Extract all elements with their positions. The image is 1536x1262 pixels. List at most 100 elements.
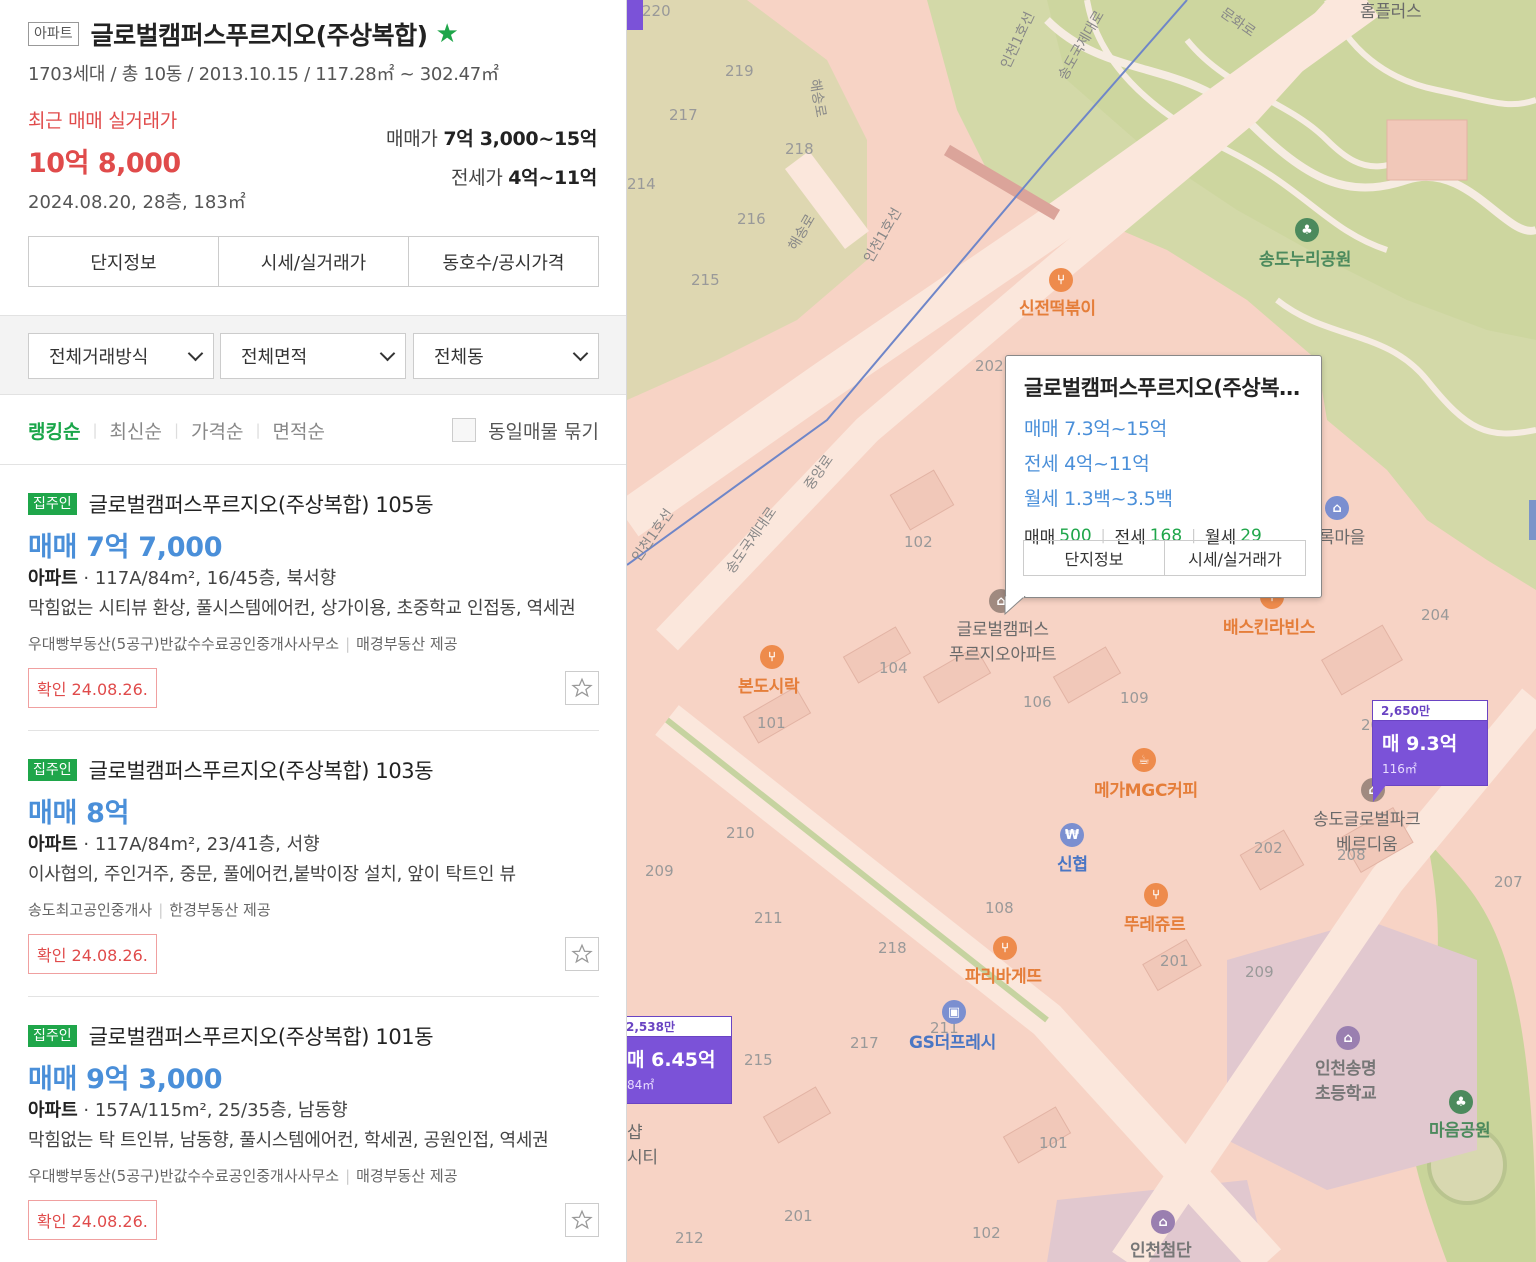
complex-info-popup[interactable]: 글로벌캠퍼스푸르지오(주상복합) 매매 7.3억~15억 전세 4억~11억 월… [1005, 355, 1322, 598]
cafe-icon[interactable]: ☕ [1132, 748, 1156, 772]
favorite-listing-button[interactable] [565, 1203, 599, 1237]
sort-latest[interactable]: 최신순 [110, 417, 162, 444]
shopping-cart-icon[interactable]: ▣ [942, 1000, 966, 1024]
poi-maeum-park[interactable]: 마음공원 [1429, 1116, 1491, 1141]
block-label: 220 [642, 2, 671, 20]
chevron-down-icon [572, 345, 589, 361]
building-filter-label: 전체동 [434, 347, 484, 368]
agency-divider: | [158, 901, 164, 919]
restaurant-icon[interactable]: ⑂ [760, 645, 784, 669]
block-label: 218 [785, 140, 814, 158]
detail-tabs: 단지정보 시세/실거래가 동호수/공시가격 [28, 236, 599, 287]
poi-incheon-cheomdan[interactable]: 인천첨단 [1130, 1236, 1192, 1261]
listing-spec: 아파트 · 117A/84m², 16/45층, 북서향 [28, 568, 337, 589]
tab-market-price[interactable]: 시세/실거래가 [219, 237, 409, 286]
group-checkbox[interactable] [452, 418, 477, 442]
confirm-date-badge: 확인 24.08.26. [28, 1200, 157, 1240]
building-filter[interactable]: 전체동 [413, 333, 599, 379]
school-icon[interactable]: ⌂ [1151, 1210, 1175, 1234]
poi-bondo[interactable]: 본도시락 [738, 672, 800, 697]
complex-header: 아파트 글로벌캠퍼스푸르지오(주상복합) ★ 1703세대 / 총 10동 / … [0, 0, 626, 315]
block-label: 210 [726, 824, 755, 842]
block-label: 102 [972, 1224, 1001, 1242]
store-icon[interactable]: ⌂ [1325, 496, 1349, 520]
block-label: 217 [850, 1034, 879, 1052]
sort-divider: | [173, 421, 180, 439]
data-provider: 매경부동산 제공 [356, 1167, 458, 1185]
group-same-listings[interactable]: 동일매물 묶기 [452, 417, 599, 444]
bakery-icon[interactable]: ⑂ [1144, 883, 1168, 907]
sort-price[interactable]: 가격순 [191, 417, 243, 444]
poi-songdo-nuri-park[interactable]: 송도누리공원 [1259, 245, 1351, 270]
complex-title-row: 아파트 글로벌캠퍼스푸르지오(주상복합) ★ [28, 18, 598, 50]
filter-bar: 전체거래방식 전체면적 전체동 [0, 315, 626, 395]
poi-school[interactable]: 인천송명 초등학교 [1315, 1054, 1377, 1104]
tab-complex-info[interactable]: 단지정보 [29, 237, 219, 286]
price-marker[interactable]: 2,538만 매 6.45억 84㎡ [627, 1016, 732, 1104]
agency-divider: | [345, 635, 351, 653]
poi-bellezza[interactable]: 송도글로벌파크 베르디움 [1313, 805, 1421, 855]
block-label: 216 [737, 210, 766, 228]
trade-type-filter[interactable]: 전체거래방식 [28, 333, 214, 379]
poi-complex-name[interactable]: 글로벌캠퍼스 푸르지오아파트 [949, 615, 1057, 665]
block-label: 207 [1494, 873, 1523, 891]
sale-range-label: 매매가 [386, 128, 438, 150]
popup-jeonse-range: 전세 4억~11억 [1024, 453, 1150, 475]
favorite-star-icon[interactable]: ★ [436, 21, 459, 47]
area-filter[interactable]: 전체면적 [220, 333, 406, 379]
poi-village[interactable]: 록마을 [1319, 523, 1365, 548]
listing-spec: 아파트 · 157A/115m², 25/35층, 남동향 [28, 1100, 348, 1121]
poi-tous-les-jours[interactable]: 뚜레쥬르 [1124, 910, 1186, 935]
poi-city[interactable]: 샵 시티 [627, 1118, 658, 1168]
school-icon[interactable]: ⌂ [1336, 1026, 1360, 1050]
popup-title: 글로벌캠퍼스푸르지오(주상복합) [1024, 376, 1303, 400]
popup-monthly-range: 월세 1.3백~3.5백 [1024, 488, 1173, 510]
poi-baskin[interactable]: 배스킨라빈스 [1223, 613, 1315, 638]
poi-gs-fresh[interactable]: GS더프레시 [909, 1028, 996, 1053]
marker-price: 매 9.3억 [1382, 733, 1458, 755]
agency-divider: | [345, 1167, 351, 1185]
block-label: 101 [757, 714, 786, 732]
park-icon[interactable]: ♣ [1449, 1090, 1473, 1114]
sort-bar: 랭킹순 | 최신순 | 가격순 | 면적순 동일매물 묶기 [28, 396, 599, 464]
bank-icon[interactable]: ₩ [1060, 823, 1084, 847]
listing-item[interactable]: 집주인 글로벌캠퍼스푸르지오(주상복합) 103동 매매 8억 아파트 · 11… [28, 731, 599, 997]
park-icon[interactable]: ♣ [1295, 218, 1319, 242]
listing-title: 글로벌캠퍼스푸르지오(주상복합) 105동 [88, 493, 434, 517]
listing-title-row: 집주인 글로벌캠퍼스푸르지오(주상복합) 101동 [28, 1021, 434, 1051]
star-outline-icon [571, 943, 593, 964]
listing-item[interactable]: 집주인 글로벌캠퍼스푸르지오(주상복합) 101동 매매 9억 3,000 아파… [28, 997, 599, 1262]
sort-area[interactable]: 면적순 [273, 417, 325, 444]
sort-ranking[interactable]: 랭킹순 [28, 417, 80, 444]
block-label: 201 [784, 1207, 813, 1225]
favorite-listing-button[interactable] [565, 671, 599, 705]
listing-spec-text: 157A/115m², 25/35층, 남동향 [94, 1100, 348, 1121]
listing-description: 막힘없는 탁 트인뷰, 남동향, 풀시스템에어컨, 학세권, 공원인접, 역세권 [28, 1130, 549, 1151]
jeonse-range: 전세가 4억~11억 [386, 163, 597, 190]
poi-shinhyup[interactable]: 신협 [1057, 850, 1088, 875]
poi-paris-baguette[interactable]: 파리바게뜨 [965, 962, 1042, 987]
listing-spec: 아파트 · 117A/84m², 23/41층, 서향 [28, 834, 320, 855]
marker-unit-price: 2,538만 [627, 1017, 731, 1037]
listing-price: 매매 8억 [28, 798, 130, 829]
block-label: 109 [1120, 689, 1149, 707]
bakery-icon[interactable]: ⑂ [993, 936, 1017, 960]
restaurant-icon[interactable]: ⑂ [1049, 268, 1073, 292]
popup-complex-info-button[interactable]: 단지정보 [1024, 541, 1165, 575]
price-marker[interactable]: 2,650만 매 9.3억 116㎡ [1372, 700, 1488, 786]
poi-sinjeon[interactable]: 신전떡볶이 [1019, 294, 1096, 319]
block-label: 108 [985, 899, 1014, 917]
tab-unit-public-price[interactable]: 동호수/공시가격 [409, 237, 598, 286]
favorite-listing-button[interactable] [565, 937, 599, 971]
poi-homeplus[interactable]: 홈플러스 [1360, 0, 1422, 22]
listing-item[interactable]: 집주인 글로벌캠퍼스푸르지오(주상복합) 105동 매매 7억 7,000 아파… [28, 465, 599, 731]
block-label: 102 [904, 533, 933, 551]
map-canvas[interactable] [627, 0, 1536, 1262]
sort-divider: | [255, 421, 261, 439]
map-view[interactable]: 220 219 217 218 216 215 214 202 102 104 … [627, 0, 1536, 1262]
listing-agency: 우대빵부동산(5공구)반값수수료공인중개사사무소 | 매경부동산 제공 [28, 1165, 458, 1186]
chevron-down-icon [379, 345, 396, 361]
popup-market-price-button[interactable]: 시세/실거래가 [1165, 541, 1305, 575]
sale-range: 매매가 7억 3,000~15억 [386, 124, 597, 151]
poi-mega-coffee[interactable]: 메가MGC커피 [1094, 776, 1198, 801]
